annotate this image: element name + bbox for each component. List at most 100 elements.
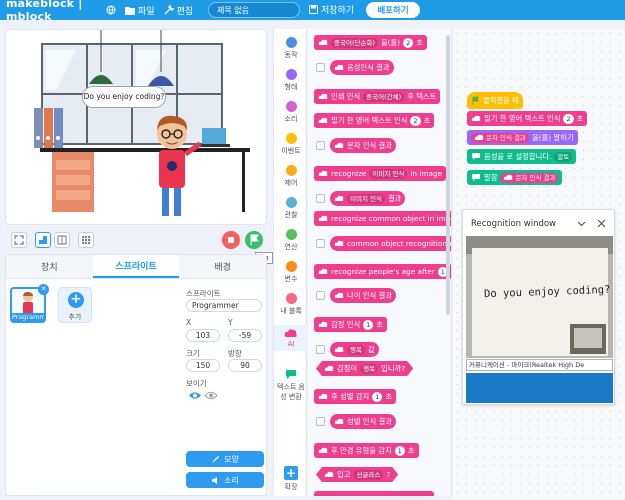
block-checkbox[interactable] — [316, 345, 325, 354]
seconds-input[interactable]: 2 — [563, 113, 574, 124]
add-sprite-button[interactable]: + 추가 — [58, 287, 92, 323]
block-handwriting-recognize[interactable]: 필기 한 영어 텍스트 인식 2 초 — [467, 111, 588, 126]
palette-scrollbar[interactable] — [446, 35, 450, 315]
block-print-recognize[interactable]: 인쇄 인식 중국어(간체) 후 텍스트 — [314, 89, 441, 104]
seconds-input[interactable]: 1 — [363, 319, 374, 330]
category-extension[interactable]: + 확장 — [274, 466, 308, 492]
save-icon — [309, 5, 318, 14]
x-field[interactable]: 103 — [186, 329, 220, 342]
block-handwriting-recognize[interactable]: 필기 한 영어 텍스트 인식 2 초 — [314, 113, 435, 128]
block-speech-recognize[interactable]: 중국어(단순화) 을(를) 2 초 — [314, 35, 427, 50]
block-is-emotion[interactable]: 감정이 행복 입니까? — [316, 361, 413, 376]
block-recognize-age[interactable]: recognize people's age after 1 — [314, 264, 451, 279]
block-emotion-value[interactable]: 행복 값 — [330, 342, 379, 357]
tab-devices[interactable]: 장치 — [6, 255, 93, 278]
large-stage-button[interactable] — [35, 232, 51, 248]
edit-menu[interactable]: 편집 — [164, 4, 193, 17]
collapse-button[interactable] — [577, 219, 586, 231]
language-dropdown[interactable]: 중국어(단순화) — [331, 37, 378, 48]
block-checkbox[interactable] — [316, 63, 325, 72]
block-image-result[interactable]: 이미지 인식 결과 — [330, 191, 406, 206]
result-type-dropdown[interactable]: 이미지 인식 — [347, 193, 385, 204]
show-sprite-toggle[interactable] — [188, 390, 202, 401]
block-detect-gender[interactable]: 후 성별 감지 1 초 — [314, 389, 397, 404]
block-recognize-image[interactable]: recognize 이미지 인식 in image — [314, 166, 447, 181]
category-motion[interactable]: 동작 — [274, 37, 308, 60]
direction-field[interactable]: 90 — [228, 359, 262, 372]
close-button[interactable] — [597, 219, 606, 231]
hide-sprite-toggle[interactable] — [204, 390, 218, 401]
seconds-input[interactable]: 2 — [410, 115, 421, 126]
costume-button[interactable]: 모양 — [186, 451, 264, 467]
block-partial[interactable] — [314, 491, 434, 496]
block-recognize-common-object[interactable]: recognize common object in image a — [314, 211, 451, 226]
block-text-result[interactable]: 문자 인식 결과 — [330, 138, 396, 153]
block-text: 을(를) — [380, 37, 401, 47]
seconds-input[interactable]: 1 — [394, 445, 405, 456]
block-text: 값 — [367, 344, 375, 354]
grid-button[interactable] — [78, 232, 94, 248]
block-checkbox[interactable] — [316, 417, 325, 426]
block-say[interactable]: 문자 인식 결과 을(를) 말하기 — [467, 130, 578, 145]
block-when-flag-clicked[interactable]: 클릭했을 때 — [467, 92, 523, 109]
y-field[interactable]: -59 — [228, 329, 262, 342]
category-operators[interactable]: 연산 — [274, 229, 308, 252]
recognition-type-dropdown[interactable]: 이미지 인식 — [369, 168, 408, 179]
category-sound[interactable]: 소리 — [274, 101, 308, 124]
block-wearing-glasses[interactable]: 입고 선글라스 ? — [316, 467, 398, 482]
delete-sprite-icon[interactable]: ✕ — [38, 284, 49, 295]
eye-icon — [189, 392, 201, 399]
block-checkbox[interactable] — [316, 141, 325, 150]
tab-sprites[interactable]: 스프라이트 — [92, 255, 180, 278]
category-ai[interactable]: AI — [274, 325, 308, 351]
seconds-input[interactable]: 1 — [372, 391, 383, 402]
publish-button[interactable]: 배포하기 — [366, 2, 420, 18]
block-speak[interactable]: 말함 문자 인식 결과 — [467, 170, 563, 185]
stage[interactable]: Do you enjoy coding? — [5, 29, 267, 225]
microphone-select[interactable]: 커뮤니케이션 - 마이크(Realtek High De — [466, 359, 613, 371]
block-checkbox[interactable] — [316, 239, 325, 248]
language-dropdown[interactable]: 중국어(간체) — [363, 91, 405, 102]
block-common-object-result[interactable]: common object recognition resu — [330, 236, 451, 251]
block-checkbox[interactable] — [316, 194, 325, 203]
block-text: 성별 인식 결과 — [347, 416, 392, 426]
text-result-reporter[interactable]: 문자 인식 결과 — [471, 132, 530, 143]
voice-dropdown[interactable]: 알토 — [554, 151, 573, 162]
stop-button[interactable] — [222, 231, 240, 249]
file-menu[interactable]: 파일 — [125, 4, 155, 17]
sprite-thumbnail[interactable]: ✕ Programmer — [10, 284, 49, 323]
tab-backdrops[interactable]: 배경 — [179, 255, 267, 278]
sprite-name-field[interactable]: Programmer — [186, 299, 262, 312]
emotion-dropdown[interactable]: 행복 — [360, 364, 378, 374]
green-flag-button[interactable] — [245, 231, 263, 249]
block-text: 감정 인식 — [331, 319, 361, 329]
control-dot-icon — [285, 165, 297, 176]
save-button[interactable]: 저장하기 — [309, 3, 354, 16]
language-menu[interactable] — [106, 5, 116, 15]
category-label: 연산 — [284, 243, 298, 251]
text-result-reporter[interactable]: 문자 인식 결과 — [500, 172, 559, 183]
block-age-result[interactable]: 나이 인식 결과 — [330, 288, 396, 303]
size-field[interactable]: 150 — [186, 359, 220, 372]
small-stage-button[interactable] — [54, 232, 70, 248]
category-variables[interactable]: 변수 — [274, 261, 308, 284]
seconds-input[interactable]: 2 — [403, 37, 414, 48]
category-tts[interactable]: 텍스트 음성 변환 — [274, 369, 308, 402]
project-title-input[interactable] — [208, 2, 300, 18]
category-looks[interactable]: 형태 — [274, 69, 308, 92]
fullscreen-button[interactable] — [11, 232, 27, 248]
block-text: 필기 한 영어 텍스트 인식 — [484, 113, 561, 123]
category-sensing[interactable]: 관찰 — [274, 197, 308, 220]
sound-button[interactable]: 소리 — [186, 472, 264, 488]
emotion-dropdown[interactable]: 행복 — [347, 344, 365, 355]
category-events[interactable]: 이벤트 — [274, 133, 308, 156]
category-my-blocks[interactable]: 내 블록 — [274, 293, 308, 316]
category-control[interactable]: 제어 — [274, 165, 308, 188]
block-recognize-emotion[interactable]: 감정 인식 1 초 — [314, 317, 388, 332]
block-speech-result[interactable]: 음성인식 결과 — [330, 60, 394, 75]
block-detect-glasses[interactable]: 후 안경 유형을 감지 1 초 — [314, 443, 419, 458]
block-gender-result[interactable]: 성별 인식 결과 — [330, 414, 396, 429]
glasses-dropdown[interactable]: 선글라스 — [353, 470, 383, 480]
block-set-voice[interactable]: 음성을 로 설정합니다. 알토 — [467, 149, 577, 164]
block-checkbox[interactable] — [316, 291, 325, 300]
